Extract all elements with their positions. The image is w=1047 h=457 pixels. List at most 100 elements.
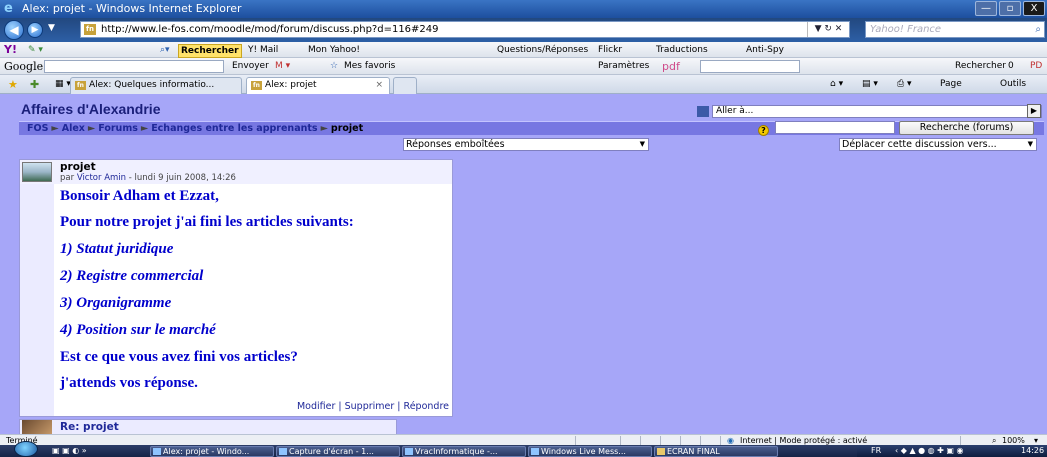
forum-search-button[interactable]: Recherche (forums) (899, 121, 1034, 135)
post-line: 3) Organigramme (60, 295, 172, 311)
tab-favicon: fn (75, 81, 86, 90)
breadcrumb-forum[interactable]: Echanges entre les apprenants (151, 123, 317, 134)
divider (620, 436, 621, 445)
forward-button[interactable]: ▶ (27, 22, 43, 38)
reply-post: Re: projet (19, 419, 397, 434)
reply-subject[interactable]: Re: projet (60, 421, 119, 433)
quick-tabs-icon[interactable]: ▦ ▾ (55, 75, 71, 94)
print-icon[interactable]: ⎙ ▾ (897, 75, 912, 94)
my-yahoo-link[interactable]: Mon Yahoo! (308, 42, 360, 58)
tray-icons[interactable]: ‹ ◆ ▲ ● ◍ ✚ ▣ ◉ (895, 445, 964, 457)
search-icon[interactable]: ⌕ (1035, 22, 1041, 37)
edit-link[interactable]: Modifier (297, 401, 335, 412)
taskbar-item[interactable]: Alex: projet - Windo... (150, 446, 274, 457)
start-button[interactable] (14, 441, 38, 457)
post-line: Est ce que vous avez fini vos articles? (60, 349, 298, 365)
task-label: ECRAN FINAL (667, 447, 720, 456)
language-indicator[interactable]: FR (871, 445, 881, 457)
google-search-input[interactable] (44, 60, 224, 73)
move-discussion-select[interactable]: Déplacer cette discussion vers... ▼ (839, 138, 1037, 151)
chevron-down-icon: ▼ (639, 140, 645, 148)
answers-link[interactable]: Questions/Réponses (497, 42, 588, 58)
moodle-page: Affaires d'Alexandrie Aller à... ▼ ▶ FOS… (0, 94, 1047, 434)
move-discussion-value: Déplacer cette discussion vers... (842, 139, 997, 150)
home-icon[interactable]: ⌂ ▾ (830, 75, 843, 94)
task-label: Windows Live Mess... (541, 447, 626, 456)
display-mode-value: Réponses emboîtées (406, 139, 505, 150)
delete-link[interactable]: Supprimer (345, 401, 395, 412)
breadcrumb-separator: ► (87, 123, 96, 134)
post-side-column (20, 160, 54, 416)
search-right-button[interactable]: Rechercher (955, 58, 1006, 75)
taskbar-item[interactable]: Windows Live Mess... (528, 446, 652, 457)
pencil-icon[interactable]: ✎ ▾ (28, 42, 43, 58)
add-favorite-icon[interactable]: ✚ (30, 75, 39, 94)
yahoo-search-button[interactable]: Rechercher (178, 44, 242, 58)
tab-quelques-informations[interactable]: fn Alex: Quelques informatio... (70, 77, 242, 94)
reply-link[interactable]: Répondre (404, 401, 449, 412)
quick-launch-icons[interactable]: ▣ ▣ ◐ » (52, 445, 87, 457)
yahoo-mail-link[interactable]: Y! Mail (248, 42, 278, 58)
settings-button[interactable]: Paramètres (598, 58, 649, 75)
pdf-search-input[interactable] (700, 60, 800, 73)
taskbar-item[interactable]: ECRAN FINAL (654, 446, 778, 457)
byline-prefix: par (60, 173, 75, 183)
forum-post: projet par Victor Amin - lundi 9 juin 20… (19, 159, 453, 417)
google-logo: Google (4, 60, 44, 73)
breadcrumb-separator: ► (51, 123, 59, 134)
favorites-star-icon[interactable]: ★ (8, 75, 18, 94)
help-icon[interactable]: ? (758, 125, 769, 136)
close-tab-icon[interactable]: × (375, 78, 383, 93)
anti-spy-link[interactable]: Anti-Spy (746, 42, 784, 58)
back-button[interactable]: ◀ (4, 20, 24, 40)
url-text: http://www.le-fos.com/moodle/mod/forum/d… (101, 24, 439, 35)
tab-label: Alex: projet (265, 80, 317, 90)
breadcrumb-forums[interactable]: Forums (98, 123, 138, 134)
windows-taskbar: ▣ ▣ ◐ » Alex: projet - Windo... Capture … (0, 441, 1047, 457)
favorites-button[interactable]: Mes favoris (344, 58, 395, 75)
breadcrumb-fos[interactable]: FOS (27, 123, 48, 134)
display-mode-select[interactable]: Réponses emboîtées ▼ (403, 138, 649, 151)
ie-icon (279, 448, 287, 455)
refresh-stop-icons[interactable]: ▼ ↻ ✕ (807, 22, 849, 37)
jump-icon (697, 106, 709, 117)
minimize-button[interactable]: — (975, 1, 997, 16)
taskbar-item[interactable]: Capture d'écran - 1... (276, 446, 400, 457)
address-input[interactable]: fn http://www.le-fos.com/moodle/mod/foru… (80, 21, 850, 38)
address-bar-row: ◀ ▶ ▼ fn http://www.le-fos.com/moodle/mo… (0, 18, 1047, 42)
clock[interactable]: 14:26 (1021, 445, 1044, 457)
post-line: 2) Registre commercial (60, 268, 204, 284)
reply-avatar[interactable] (22, 420, 52, 434)
tabs-bar: ★ ✚ ▦ ▾ fn Alex: Quelques informatio... … (0, 75, 1047, 94)
gmail-icon[interactable]: M ▾ (275, 58, 290, 75)
new-tab-button[interactable] (393, 77, 417, 94)
translations-link[interactable]: Traductions (656, 42, 708, 58)
yahoo-logo[interactable]: Y! (4, 42, 17, 58)
star-icon[interactable]: ☆ (330, 58, 338, 75)
post-line: 1) Statut juridique (60, 241, 174, 257)
course-title: Affaires d'Alexandrie (21, 101, 161, 117)
tab-alex-projet[interactable]: fn Alex: projet × (246, 77, 390, 94)
taskbar-item[interactable]: VracInformatique -... (402, 446, 526, 457)
post-commands: Modifier | Supprimer | Répondre (296, 401, 449, 412)
author-avatar[interactable] (22, 162, 52, 182)
send-to-button[interactable]: Envoyer (232, 58, 269, 75)
web-search-input[interactable]: Yahoo! France ⌕ (865, 21, 1045, 38)
flickr-link[interactable]: Flickr (598, 42, 622, 58)
post-line: 4) Position sur le marché (60, 322, 216, 338)
breadcrumb-alex[interactable]: Alex (62, 123, 85, 134)
page-menu[interactable]: Page (940, 75, 962, 94)
pdf-icon[interactable]: PD (1030, 58, 1042, 75)
tools-menu[interactable]: Outils (1000, 75, 1026, 94)
forum-search-input[interactable] (775, 121, 895, 134)
history-dropdown-icon[interactable]: ▼ (48, 23, 55, 33)
jump-next-button[interactable]: ▶ (1027, 104, 1041, 118)
feeds-icon[interactable]: ▤ ▾ (862, 75, 878, 94)
close-button[interactable]: X (1023, 1, 1045, 16)
jump-to-select[interactable]: Aller à... ▼ (697, 105, 1042, 118)
system-tray: FR ‹ ◆ ▲ ● ◍ ✚ ▣ ◉ 14:26 (857, 445, 1047, 457)
pdf-button[interactable]: pdf (662, 58, 680, 75)
author-link[interactable]: Victor Amin (77, 173, 126, 183)
maximize-button[interactable]: ▫ (999, 1, 1021, 16)
tab-label: Alex: Quelques informatio... (89, 80, 215, 90)
